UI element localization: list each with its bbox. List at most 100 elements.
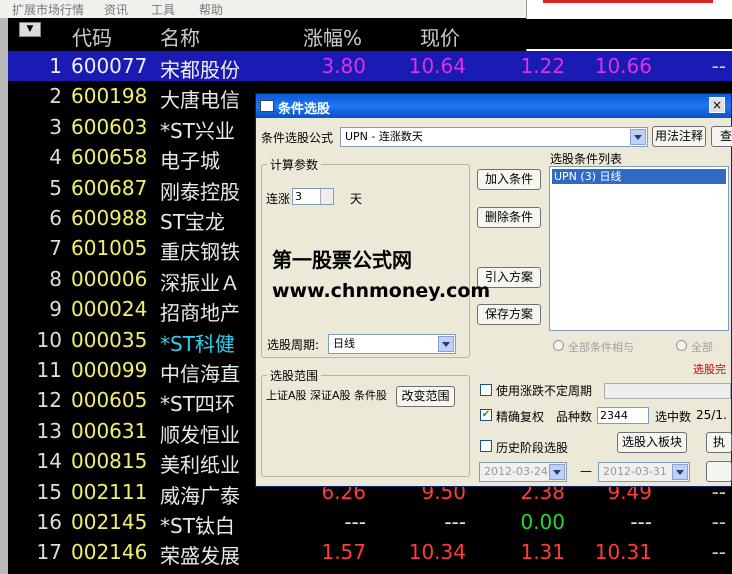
window-icon bbox=[260, 100, 274, 112]
param-stepper-value: 3 bbox=[295, 190, 302, 203]
stock-code: 600988 bbox=[71, 206, 148, 230]
date-to-select[interactable]: 2012-03-31 bbox=[598, 462, 690, 482]
table-row[interactable]: 17 002146 荣盛发展 1.57 10.34 1.31 10.31 -- bbox=[8, 537, 732, 568]
change-range-button[interactable]: 改变范围 bbox=[396, 386, 455, 407]
period-progress bbox=[604, 383, 731, 399]
view-button[interactable]: 查 bbox=[711, 126, 732, 147]
chevron-down-icon[interactable] bbox=[672, 464, 688, 480]
chevron-down-icon[interactable] bbox=[630, 129, 646, 145]
add-condition-button[interactable]: 加入条件 bbox=[477, 169, 541, 190]
param-label: 连涨 bbox=[266, 192, 291, 206]
stock-code: 601005 bbox=[71, 236, 148, 261]
bid-price: --- bbox=[630, 510, 652, 534]
use-period-label: 使用涨跌不定周期 bbox=[496, 384, 593, 398]
stock-code: 002111 bbox=[71, 479, 148, 504]
stock-code: 000006 bbox=[71, 266, 148, 291]
stock-name: 大唐电信 bbox=[160, 88, 240, 113]
exact-adjust-checkbox[interactable]: ✔ bbox=[480, 409, 492, 421]
period-select[interactable]: 日线 bbox=[328, 334, 456, 354]
chevron-down-icon[interactable] bbox=[438, 336, 454, 352]
stock-code: 000631 bbox=[71, 418, 148, 443]
condition-list-item[interactable]: UPN (3) 日线 bbox=[552, 169, 726, 184]
execute-button[interactable]: 执 bbox=[706, 432, 732, 453]
menu-item-tools[interactable]: 工具 bbox=[151, 1, 175, 18]
bid-price: 10.31 bbox=[594, 540, 652, 565]
row-number: 10 bbox=[36, 327, 62, 352]
row-number: 12 bbox=[36, 388, 62, 413]
param-stepper[interactable]: 3 bbox=[292, 188, 334, 205]
all-or-radio[interactable] bbox=[676, 340, 687, 351]
stock-name: 深振业Ａ bbox=[160, 270, 240, 295]
stock-name: ST宝龙 bbox=[160, 210, 225, 234]
current-price: --- bbox=[444, 510, 466, 534]
left-sidebar bbox=[0, 18, 8, 574]
condition-list[interactable]: UPN (3) 日线 bbox=[549, 166, 729, 331]
stock-code: 002146 bbox=[71, 540, 148, 565]
stock-name: 美利纸业 bbox=[160, 453, 240, 478]
column-menu-button[interactable]: ▼ bbox=[19, 22, 41, 37]
extra-value: -- bbox=[711, 510, 726, 534]
date-from-select[interactable]: 2012-03-24 bbox=[479, 462, 567, 482]
all-and-radio[interactable] bbox=[553, 340, 564, 351]
table-row[interactable]: 1 600077 宋都股份 3.80 10.64 1.22 10.66 -- bbox=[8, 51, 732, 82]
stock-name: *ST四环 bbox=[160, 392, 235, 417]
range-group-label: 选股范围 bbox=[267, 367, 322, 384]
spin-arrows-icon[interactable] bbox=[320, 189, 333, 204]
stock-name: 顺发恒业 bbox=[160, 422, 240, 447]
chevron-down-icon[interactable] bbox=[549, 464, 565, 480]
date-to-value: 2012-03-31 bbox=[603, 465, 667, 478]
delete-condition-button[interactable]: 删除条件 bbox=[477, 207, 541, 228]
menu-item-market[interactable]: 扩展市场行情 bbox=[12, 1, 84, 18]
row-number: 8 bbox=[49, 266, 62, 291]
range-text: 上证A股 深证A股 条件股 bbox=[266, 389, 388, 402]
use-period-checkbox[interactable] bbox=[480, 384, 492, 396]
change-value: 1.22 bbox=[520, 54, 565, 78]
stock-name: 电子城 bbox=[160, 149, 220, 174]
formula-select[interactable]: UPN - 连涨数天 bbox=[340, 127, 648, 147]
stock-code: 600198 bbox=[71, 84, 148, 109]
extra-button[interactable] bbox=[706, 461, 732, 482]
date-separator: — bbox=[580, 464, 592, 478]
stock-name: 宋都股份 bbox=[160, 58, 240, 82]
col-header-code[interactable]: 代码 bbox=[72, 22, 112, 51]
period-select-value: 日线 bbox=[333, 337, 355, 350]
change-pct: 3.80 bbox=[321, 54, 366, 78]
col-header-price[interactable]: 现价 bbox=[420, 22, 460, 51]
bid-price: 10.66 bbox=[594, 54, 652, 78]
stock-code: 000099 bbox=[71, 358, 148, 382]
row-number: 9 bbox=[49, 297, 62, 322]
col-header-pct[interactable]: 涨幅% bbox=[303, 22, 362, 51]
row-number: 7 bbox=[49, 236, 62, 261]
stock-code: 000024 bbox=[71, 297, 148, 322]
quote-table-header: ▼ 代码 名称 涨幅% 现价 bbox=[8, 19, 732, 51]
extra-value: -- bbox=[711, 54, 726, 78]
row-number: 17 bbox=[36, 540, 62, 565]
dialog-title-bar[interactable]: 条件选股 × bbox=[256, 94, 731, 118]
row-number: 11 bbox=[36, 358, 62, 382]
close-button[interactable]: × bbox=[709, 97, 725, 113]
stock-name: 中信海直 bbox=[160, 362, 240, 386]
count-label: 品种数 bbox=[556, 410, 593, 424]
table-row[interactable]: 16 002145 *ST钛白 --- --- 0.00 --- -- bbox=[8, 507, 732, 538]
change-pct: --- bbox=[344, 510, 366, 534]
menu-item-help[interactable]: 帮助 bbox=[199, 1, 223, 18]
status-text: 选股完 bbox=[693, 363, 726, 376]
col-header-name[interactable]: 名称 bbox=[160, 22, 200, 51]
param-unit: 天 bbox=[350, 192, 363, 206]
selected-value: 25/1. bbox=[696, 408, 727, 422]
stock-name: 招商地产 bbox=[160, 301, 240, 326]
dialog-title: 条件选股 bbox=[278, 102, 331, 117]
add-to-block-button[interactable]: 选股入板块 bbox=[617, 432, 687, 453]
stock-name: *ST钛白 bbox=[160, 514, 235, 538]
stock-code: 600077 bbox=[71, 54, 148, 78]
history-checkbox[interactable] bbox=[480, 440, 492, 452]
row-number: 6 bbox=[49, 206, 62, 230]
formula-select-value: UPN - 连涨数天 bbox=[345, 130, 423, 143]
selected-label: 选中数 bbox=[655, 410, 692, 424]
change-value: 1.31 bbox=[520, 540, 565, 565]
stock-code: 600603 bbox=[71, 114, 148, 139]
save-plan-button[interactable]: 保存方案 bbox=[477, 304, 541, 325]
menu-item-news[interactable]: 资讯 bbox=[104, 1, 128, 18]
usage-notes-button[interactable]: 用法注释 bbox=[652, 126, 706, 147]
params-group-label: 计算参数 bbox=[267, 156, 322, 173]
